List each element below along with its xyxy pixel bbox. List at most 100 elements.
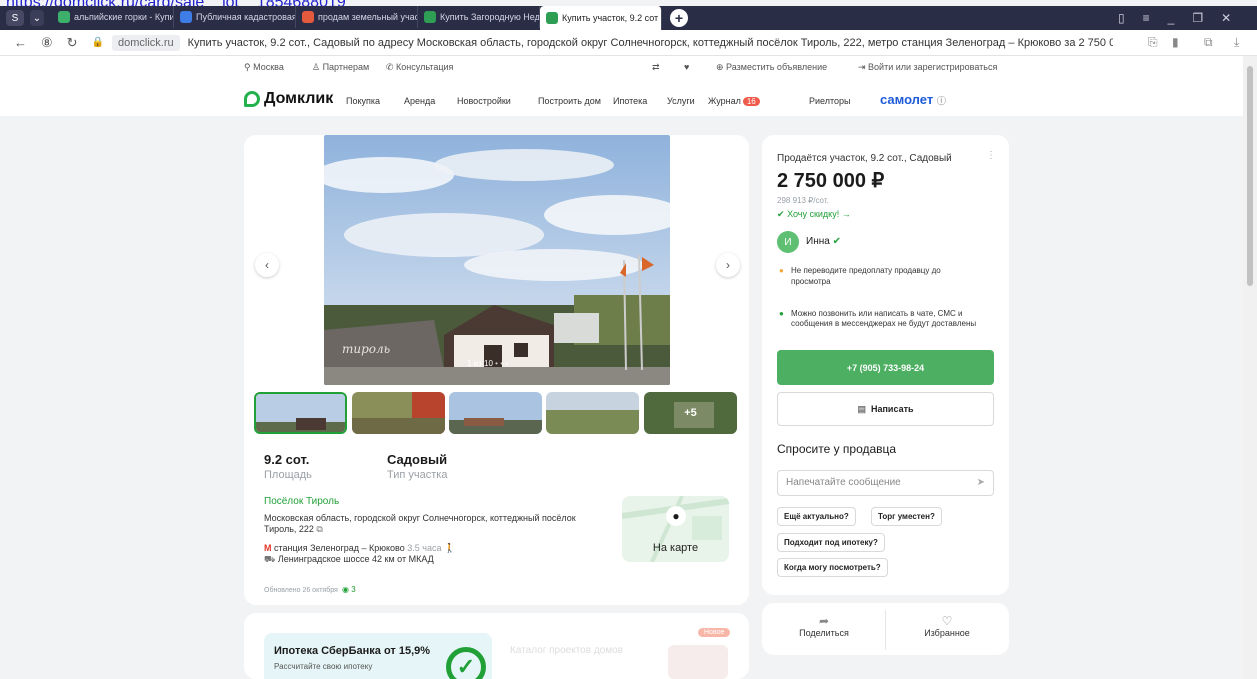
site-header: [0, 56, 1243, 116]
minimize-icon[interactable]: _: [1168, 11, 1175, 25]
new-tab-button[interactable]: +: [670, 9, 688, 27]
walk-icon: 🚶: [443, 543, 456, 553]
settlement-link[interactable]: Посёлок Тироль: [264, 496, 339, 507]
share-button[interactable]: ➦ Поделиться: [780, 614, 868, 638]
menu-icon[interactable]: ≡: [1143, 11, 1150, 25]
more-photos-count: +5: [684, 407, 697, 419]
message-input[interactable]: Напечатайте сообщение ➤: [777, 470, 994, 496]
area-label: Площадь: [264, 469, 312, 481]
tab-label: Купить участок, 9.2 сот: [562, 13, 659, 23]
share-icon: ➦: [818, 614, 830, 628]
city-selector[interactable]: ⚲ Москва: [244, 62, 284, 73]
nav-item[interactable]: Покупка: [346, 96, 380, 106]
price: 2 750 000 ₽: [777, 170, 885, 192]
login-link[interactable]: ⇥ Войти или зарегистрироваться: [858, 62, 997, 73]
browser-tab[interactable]: Купить участок, 9.2 сот✕: [540, 6, 662, 30]
browser-tab[interactable]: альпийские горки - Купит: [52, 6, 174, 28]
download-icon[interactable]: ⤓: [1234, 35, 1239, 50]
nav-item[interactable]: Ипотека: [613, 96, 647, 106]
back-icon[interactable]: ←: [14, 35, 27, 50]
yandex-icon[interactable]: ⑧: [41, 35, 53, 51]
photo-thumbnail[interactable]: [546, 392, 639, 434]
close-icon[interactable]: ✕: [1221, 11, 1231, 25]
nav-item[interactable]: Журнал 16: [708, 96, 760, 106]
nav-item[interactable]: Риелторы: [809, 96, 851, 106]
partners-link[interactable]: ♙ Партнерам: [312, 62, 369, 73]
consult-link[interactable]: ✆ Консультация: [386, 62, 453, 73]
listing-heading: Продаётся участок, 9.2 сот., Садовый: [777, 153, 952, 164]
nav-item[interactable]: Аренда: [404, 96, 435, 106]
plot-type-value: Садовый: [387, 452, 448, 467]
eye-icon: ◉: [342, 585, 349, 594]
divider: [885, 610, 886, 650]
nav-item-label: Новостройки: [457, 96, 511, 106]
tab-favicon-icon: [180, 11, 192, 23]
compare-icon[interactable]: ⇄: [652, 62, 660, 73]
seller-name[interactable]: Инна ✔: [806, 236, 841, 247]
quick-question-chip[interactable]: Торг уместен?: [871, 507, 942, 526]
sber-logo-icon: ✓: [446, 647, 486, 679]
favorites-icon[interactable]: ♥: [684, 62, 689, 72]
sign-text: тироль: [342, 342, 390, 356]
photo-counter: 1 из 10 • • •: [467, 359, 509, 368]
more-options-icon[interactable]: ⋮: [986, 150, 996, 161]
tab-favicon-icon: [58, 11, 70, 23]
updated-date: Обновлено 26 октября: [264, 587, 338, 594]
contact-note: ● Можно позвонить или написать в чате, СМ…: [779, 309, 977, 328]
metro-icon: M: [264, 543, 272, 553]
highway-info: ⛟ Ленинградское шоссе 42 км от МКАД: [264, 554, 434, 564]
nav-item-label: Аренда: [404, 96, 436, 106]
copy-icon[interactable]: ⧉: [316, 524, 322, 534]
nav-item[interactable]: Новостройки: [457, 96, 511, 106]
photo-thumbnail[interactable]: [449, 392, 542, 434]
photo-next-button[interactable]: ›: [716, 253, 740, 277]
address-bar: ← ⑧ ↻ 🔒 domclick.ru Купить участок, 9.2 …: [0, 30, 1257, 56]
post-ad-link[interactable]: ⊕ Разместить объявление: [716, 62, 827, 73]
browser-tab[interactable]: продам земельный участ: [296, 6, 418, 28]
browser-tab[interactable]: Публичная кадастровая к: [174, 6, 296, 28]
write-button[interactable]: ▤ Написать: [777, 392, 994, 426]
send-icon[interactable]: ➤: [977, 477, 985, 488]
warning-icon: ●: [779, 266, 784, 275]
reload-icon[interactable]: ↻: [67, 35, 78, 51]
discount-link[interactable]: ✔ Хочу скидку! →: [777, 209, 851, 220]
nav-item-label: Построить дом: [538, 96, 601, 106]
address: Московская область, городской округ Солн…: [264, 513, 576, 534]
catalog-title[interactable]: Каталог проектов домов: [510, 645, 623, 656]
tabs-dropdown-icon[interactable]: ⌄: [30, 10, 44, 26]
nav-item-label: Ипотека: [613, 96, 648, 106]
share-page-icon[interactable]: ⎘: [1148, 35, 1158, 50]
avatar[interactable]: И: [777, 231, 799, 253]
favorite-button[interactable]: ♡ Избранное: [895, 614, 999, 638]
map-preview-button[interactable]: ● На карте: [622, 496, 729, 562]
page-scrollbar[interactable]: [1243, 56, 1257, 679]
url-domain[interactable]: domclick.ru: [112, 34, 180, 51]
nav-item[interactable]: Услуги: [667, 96, 695, 106]
quick-question-chip[interactable]: Когда могу посмотреть?: [777, 558, 888, 577]
window-controls: ▯ ≡ _ ❐ ✕: [1118, 6, 1231, 30]
bookmarks-icon[interactable]: ▯: [1118, 11, 1125, 25]
browser-menu-icon[interactable]: S: [6, 10, 24, 26]
bookmark-icon[interactable]: ▮: [1172, 35, 1179, 49]
quick-question-chip[interactable]: Ещё актуально?: [777, 507, 856, 526]
browser-tab-bar: S ⌄ альпийские горки - Купит Публичная ка…: [0, 6, 1257, 30]
nav-item[interactable]: Построить дом: [538, 96, 601, 106]
photo-thumbnail[interactable]: [254, 392, 347, 434]
quick-question-chip[interactable]: Подходит под ипотеку?: [777, 533, 885, 552]
phone-button[interactable]: +7 (905) 733-98-24: [777, 350, 994, 385]
url-title[interactable]: Купить участок, 9.2 сот., Садовый по адр…: [188, 37, 1113, 49]
photo-prev-button[interactable]: ‹: [255, 253, 279, 277]
car-icon: ⛟: [264, 554, 276, 564]
photo-thumbnail[interactable]: [352, 392, 445, 434]
main-photo[interactable]: тироль 1 из 10 • • •: [324, 135, 670, 385]
samolet-logo[interactable]: самолет ⓘ: [880, 92, 946, 107]
tab-label: альпийские горки - Купит: [74, 12, 174, 22]
restore-icon[interactable]: ❐: [1192, 11, 1203, 25]
photo-thumbnail-more[interactable]: +5: [644, 392, 737, 434]
tab-favicon-icon: [302, 11, 314, 23]
domclick-logo[interactable]: Домклик: [244, 90, 333, 108]
sber-mortgage-subtitle: Рассчитайте свою ипотеку: [274, 662, 373, 671]
reader-icon[interactable]: ⧉: [1204, 35, 1213, 50]
browser-tab[interactable]: Купить Загородную Недв: [418, 6, 540, 28]
scrollbar-thumb[interactable]: [1247, 66, 1253, 286]
